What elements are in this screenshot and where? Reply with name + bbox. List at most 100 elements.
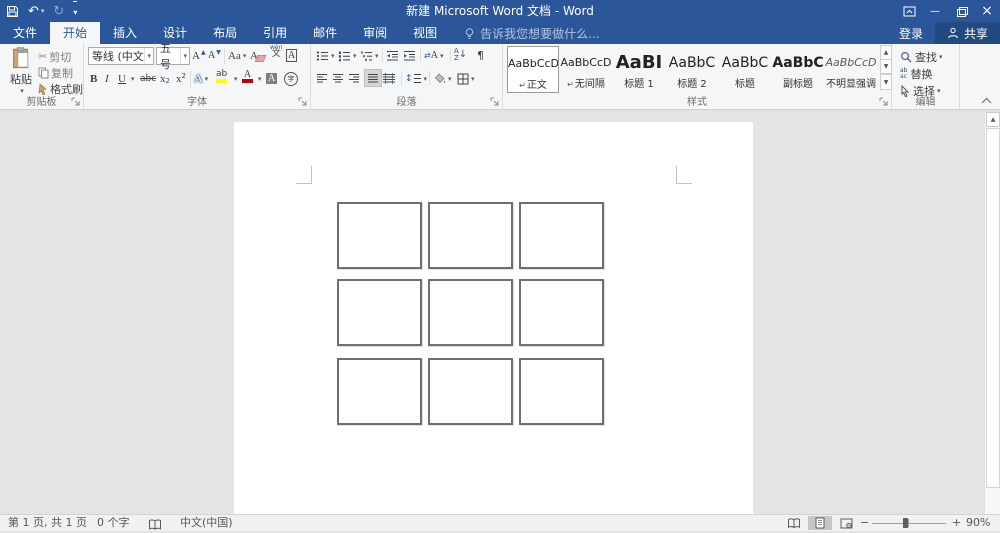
numbering-button[interactable]: ▾ bbox=[338, 47, 357, 64]
restore-button[interactable] bbox=[948, 0, 974, 22]
borders-button[interactable]: ▾ bbox=[457, 70, 475, 87]
font-size-dropdown-icon[interactable]: ▾ bbox=[180, 48, 189, 64]
copy-button[interactable]: 复制 bbox=[38, 64, 73, 81]
style-subtitle[interactable]: AaBbC 副标题 bbox=[772, 46, 824, 93]
sort-button[interactable]: AZ ↓ bbox=[454, 46, 467, 63]
share-button[interactable]: 共享 bbox=[934, 22, 1000, 44]
word-count[interactable]: 0 个字 bbox=[97, 515, 130, 531]
style-heading1[interactable]: AaBI 标题 1 bbox=[613, 46, 665, 93]
scrollbar-up-arrow[interactable]: ▲ bbox=[986, 112, 1000, 127]
read-mode-button[interactable] bbox=[782, 516, 806, 530]
paste-button[interactable]: 粘贴 ▾ bbox=[4, 47, 38, 95]
cut-button[interactable]: ✂ 剪切 bbox=[38, 48, 71, 65]
paragraph-dialog-launcher-icon[interactable] bbox=[490, 97, 499, 106]
tab-insert[interactable]: 插入 bbox=[100, 22, 150, 44]
print-layout-button[interactable] bbox=[808, 516, 832, 530]
style-no-spacing[interactable]: AaBbCcD ↵无间隔 bbox=[560, 46, 612, 93]
tab-view[interactable]: 视图 bbox=[400, 22, 450, 44]
bold-button[interactable]: B bbox=[90, 70, 97, 87]
align-left-button[interactable] bbox=[316, 70, 328, 87]
distribute-button[interactable] bbox=[382, 70, 396, 87]
shape-rectangle-7[interactable] bbox=[337, 358, 422, 425]
sign-in-button[interactable]: 登录 bbox=[887, 25, 935, 42]
asian-layout-button[interactable]: ⇄ A ▾ bbox=[424, 47, 443, 64]
font-color-button[interactable]: A bbox=[242, 70, 253, 87]
character-shading-button[interactable]: A bbox=[266, 70, 278, 87]
font-name-combo[interactable]: 等线 (中文正 ▾ bbox=[88, 47, 154, 65]
grow-font-button[interactable]: A ▲ bbox=[192, 47, 206, 64]
minimize-button[interactable]: — bbox=[922, 0, 948, 22]
tab-references[interactable]: 引用 bbox=[250, 22, 300, 44]
decrease-indent-button[interactable] bbox=[386, 47, 399, 64]
tab-review[interactable]: 审阅 bbox=[350, 22, 400, 44]
zoom-slider-track[interactable] bbox=[872, 523, 946, 524]
italic-button[interactable]: I bbox=[105, 70, 109, 87]
font-color-dropdown-icon[interactable]: ▾ bbox=[256, 70, 262, 87]
style-heading2[interactable]: AaBbC 标题 2 bbox=[666, 46, 718, 93]
replace-button[interactable]: ab ac 替换 bbox=[900, 65, 933, 82]
shape-rectangle-4[interactable] bbox=[337, 279, 422, 346]
page-indicator[interactable]: 第 1 页, 共 1 页 bbox=[8, 515, 87, 531]
shape-rectangle-3[interactable] bbox=[519, 202, 604, 269]
zoom-out-button[interactable]: − bbox=[860, 515, 869, 531]
styles-dialog-launcher-icon[interactable] bbox=[879, 97, 888, 106]
tell-me-box[interactable]: 告诉我您想要做什么... bbox=[464, 22, 600, 44]
shape-rectangle-5[interactable] bbox=[428, 279, 513, 346]
collapse-ribbon-icon[interactable] bbox=[981, 97, 992, 104]
character-border-button[interactable]: A bbox=[286, 47, 298, 64]
zoom-slider-handle[interactable] bbox=[903, 518, 908, 528]
find-button[interactable]: 查找 ▾ bbox=[900, 48, 943, 65]
bullets-button[interactable]: ▾ bbox=[316, 47, 335, 64]
line-spacing-button[interactable]: ↕ ▾ bbox=[405, 70, 427, 87]
vertical-scrollbar[interactable]: ▲ bbox=[984, 112, 1000, 514]
styles-more-button[interactable]: ▼ bbox=[880, 73, 892, 90]
shading-button[interactable]: ▾ bbox=[433, 70, 452, 87]
styles-scroll-up-button[interactable]: ▲ bbox=[880, 45, 892, 60]
style-normal[interactable]: AaBbCcD ↵正文 bbox=[507, 46, 559, 93]
clipboard-dialog-launcher-icon[interactable] bbox=[71, 97, 80, 106]
enclose-characters-button[interactable]: 字 bbox=[284, 70, 298, 87]
shape-rectangle-6[interactable] bbox=[519, 279, 604, 346]
underline-dropdown-icon[interactable]: ▾ bbox=[129, 70, 135, 87]
scrollbar-thumb[interactable] bbox=[986, 128, 1000, 488]
zoom-in-button[interactable]: + bbox=[952, 515, 961, 531]
underline-button[interactable]: U bbox=[118, 70, 126, 87]
font-size-combo[interactable]: 五号 ▾ bbox=[156, 42, 190, 71]
superscript-button[interactable]: x2 bbox=[176, 70, 186, 87]
zoom-level[interactable]: 90% bbox=[966, 515, 990, 531]
multilevel-list-button[interactable]: ▾ bbox=[360, 47, 379, 64]
ribbon-display-options-icon[interactable] bbox=[896, 0, 922, 22]
shrink-font-button[interactable]: A ▼ bbox=[208, 47, 221, 64]
shape-rectangle-2[interactable] bbox=[428, 202, 513, 269]
document-area[interactable]: ▲ bbox=[0, 110, 1000, 514]
styles-scroll-down-button[interactable]: ▼ bbox=[880, 59, 892, 74]
font-dialog-launcher-icon[interactable] bbox=[298, 97, 307, 106]
shape-rectangle-8[interactable] bbox=[428, 358, 513, 425]
show-hide-marks-button[interactable]: ¶ bbox=[477, 47, 484, 64]
close-button[interactable]: × bbox=[974, 0, 1000, 22]
shape-rectangle-9[interactable] bbox=[519, 358, 604, 425]
style-subtle-emphasis[interactable]: AaBbCcD 不明显强调 bbox=[825, 46, 877, 93]
increase-indent-button[interactable] bbox=[403, 47, 416, 64]
document-page[interactable] bbox=[234, 122, 753, 514]
text-highlight-dropdown-icon[interactable]: ▾ bbox=[232, 70, 238, 87]
language-indicator[interactable]: 中文(中国) bbox=[180, 515, 233, 531]
shape-rectangle-1[interactable] bbox=[337, 202, 422, 269]
tab-file[interactable]: 文件 bbox=[0, 22, 50, 44]
change-case-button[interactable]: Aa ▾ bbox=[228, 47, 246, 64]
web-layout-button[interactable] bbox=[834, 516, 858, 530]
align-right-button[interactable] bbox=[348, 70, 360, 87]
strikethrough-button[interactable]: abc bbox=[140, 70, 156, 87]
tab-home[interactable]: 开始 bbox=[50, 22, 101, 44]
tab-mailings[interactable]: 邮件 bbox=[300, 22, 350, 44]
tab-layout[interactable]: 布局 bbox=[200, 22, 250, 44]
font-name-dropdown-icon[interactable]: ▾ bbox=[144, 48, 153, 64]
clear-formatting-button[interactable]: A bbox=[250, 47, 267, 64]
justify-button[interactable] bbox=[364, 69, 382, 87]
style-title[interactable]: AaBbC 标题 bbox=[719, 46, 771, 93]
subscript-button[interactable]: x2 bbox=[160, 70, 170, 87]
text-effects-button[interactable]: A ▾ bbox=[194, 70, 208, 87]
phonetic-guide-button[interactable]: wén 文 bbox=[270, 45, 282, 62]
align-center-button[interactable] bbox=[332, 70, 344, 87]
text-highlight-button[interactable]: ab bbox=[216, 70, 227, 87]
